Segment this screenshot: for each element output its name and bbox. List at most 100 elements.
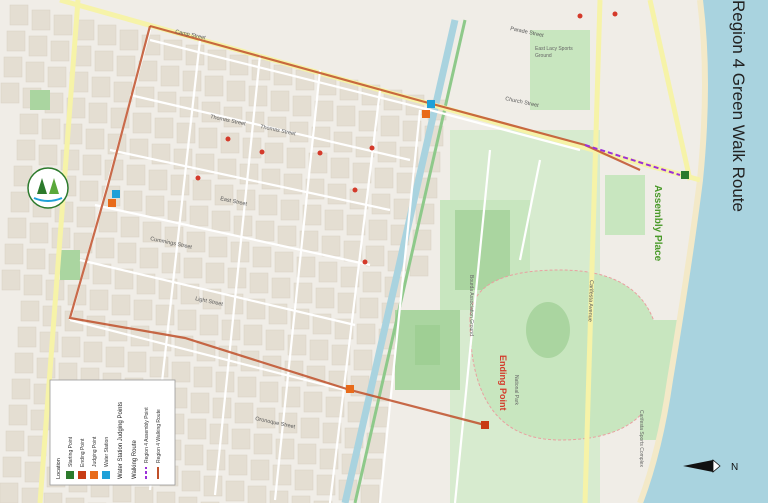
starting-point-marker[interactable] (681, 171, 689, 179)
map-canvas[interactable]: Camp Street Thomas Street Thomas Street … (0, 0, 768, 503)
city-block (274, 251, 294, 273)
city-block (209, 423, 229, 445)
judging-point-marker[interactable] (422, 110, 430, 118)
city-block (280, 199, 300, 221)
legend-section-location: Location (56, 458, 62, 479)
ending-point-marker[interactable] (481, 421, 489, 429)
city-block (120, 216, 140, 238)
city-block (105, 346, 125, 368)
city-block (324, 209, 344, 231)
city-block (181, 470, 201, 492)
city-block (97, 24, 117, 46)
city-block (255, 220, 275, 242)
city-block (21, 487, 41, 503)
city-block (271, 277, 291, 299)
city-block (10, 191, 30, 213)
city-block (193, 366, 213, 388)
city-block (272, 464, 292, 486)
city-block (8, 404, 28, 426)
city-block (47, 66, 67, 88)
judging-point-marker[interactable] (108, 199, 116, 207)
legend-section-points: Water Station Judging Points (118, 402, 124, 479)
city-block (205, 262, 225, 284)
city-block (249, 272, 269, 294)
city-block (17, 326, 37, 348)
city-block (190, 392, 210, 414)
city-block (38, 144, 58, 166)
judging-point-marker[interactable] (346, 385, 354, 393)
city-block (336, 105, 356, 127)
city-block (380, 115, 400, 137)
city-block (160, 65, 180, 87)
city-block (88, 102, 108, 124)
city-block (225, 480, 245, 502)
city-block (356, 323, 376, 345)
city-block (314, 100, 334, 122)
city-block (199, 314, 219, 336)
city-block (265, 329, 285, 351)
city-block (111, 294, 131, 316)
city-block (178, 496, 198, 503)
map-title: Region 4 Green Walk Route (729, 0, 748, 212)
north-label: N (731, 462, 738, 473)
city-block (321, 235, 341, 257)
city-block (207, 49, 227, 71)
city-block (123, 190, 143, 212)
city-block (220, 132, 240, 154)
city-block (61, 336, 81, 358)
city-block (309, 339, 329, 361)
city-block (204, 75, 224, 97)
city-block (139, 247, 159, 269)
city-block (89, 289, 109, 311)
city-block (294, 469, 314, 491)
city-block (26, 248, 46, 270)
city-block (6, 30, 26, 52)
legend: Location Starting Point Ending Point Jud… (49, 379, 176, 486)
city-block (29, 222, 49, 244)
legend-assembly-point: Region 4 Assembly Point (144, 407, 150, 463)
city-block (5, 430, 25, 452)
city-block (291, 495, 311, 503)
water-station-marker[interactable] (112, 190, 120, 198)
legend-water-station: Water Station (104, 437, 110, 467)
city-block (161, 252, 181, 274)
city-block (226, 80, 246, 102)
city-block (330, 157, 350, 179)
city-block (183, 257, 203, 279)
city-block (177, 309, 197, 331)
city-block (365, 245, 385, 267)
map-view[interactable]: Camp Street Thomas Street Thomas Street … (0, 0, 768, 503)
city-block (9, 4, 29, 26)
city-block (94, 50, 114, 72)
city-block (39, 331, 59, 353)
region-logo (27, 167, 69, 209)
city-block (362, 271, 382, 293)
city-block (192, 179, 212, 201)
city-block (23, 274, 43, 296)
city-block (43, 492, 63, 503)
ending-point-label: Ending Point (498, 355, 508, 411)
city-block (243, 324, 263, 346)
city-block (7, 217, 27, 239)
city-block (19, 113, 39, 135)
city-block (286, 147, 306, 169)
legend-walking-route: Region 4 Walking Route (156, 409, 162, 463)
city-block (176, 122, 196, 144)
city-block (53, 14, 73, 36)
city-block (237, 376, 257, 398)
city-block (25, 61, 45, 83)
city-block (14, 352, 34, 374)
svg-text:Carifesta Sports Complex: Carifesta Sports Complex (638, 410, 644, 467)
city-block (198, 127, 218, 149)
city-block (374, 167, 394, 189)
city-block (359, 297, 379, 319)
city-block (2, 456, 22, 478)
city-block (353, 349, 373, 371)
city-block (258, 194, 278, 216)
city-block (41, 118, 61, 140)
city-block (269, 490, 289, 503)
water-station-marker[interactable] (427, 100, 435, 108)
city-block (95, 237, 115, 259)
city-block (182, 70, 202, 92)
city-block (253, 433, 273, 455)
